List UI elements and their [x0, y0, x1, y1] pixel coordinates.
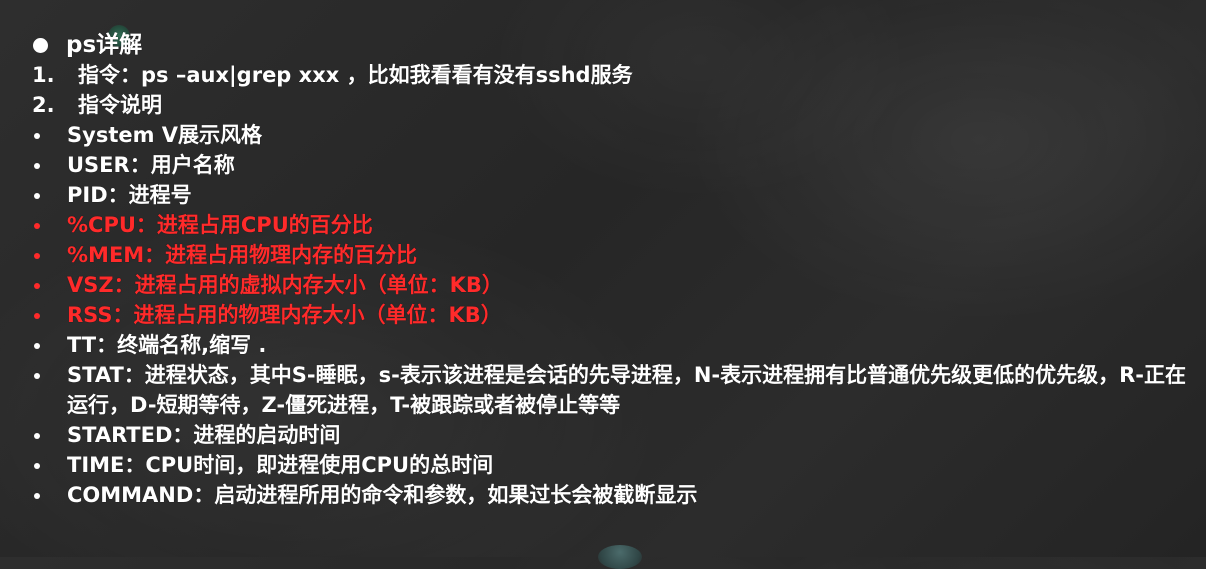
bullet-text: PID：进程号 — [67, 183, 192, 207]
bullet-dot-icon — [34, 493, 40, 499]
heading-title: ps详解 — [66, 30, 142, 60]
bullet-dot-icon — [34, 253, 40, 259]
numbered-item-text: 指令：ps –aux|grep xxx ，比如我看看有没有sshd服务 — [78, 63, 633, 87]
bullet-dot-icon — [34, 193, 40, 199]
bullet-dot-icon — [34, 223, 40, 229]
bullet-text: COMMAND：启动进程所用的命令和参数，如果过长会被截断显示 — [67, 483, 698, 507]
bullet-text: STARTED：进程的启动时间 — [67, 423, 341, 447]
bullet-dot-icon — [34, 373, 40, 379]
bullet-text: %MEM：进程占用物理内存的百分比 — [67, 243, 418, 267]
bullet-text: TIME：CPU时间，即进程使用CPU的总时间 — [67, 453, 494, 477]
bullet-text: TT：终端名称,缩写 . — [67, 333, 267, 357]
bullet-text: USER：用户名称 — [67, 153, 235, 177]
numbered-item-text: 指令说明 — [78, 93, 162, 117]
bottom-decoration — [598, 545, 642, 569]
heading-title-text: 详解 — [96, 32, 143, 58]
slide: ps详解 1. 指令：ps –aux|grep xxx ，比如我看看有没有ssh… — [0, 0, 1206, 569]
bullet-text: RSS：进程占用的物理内存大小（单位：KB） — [67, 303, 502, 327]
bullet-dot-icon — [34, 163, 40, 169]
bullet-text: VSZ：进程占用的虚拟内存大小（单位：KB） — [67, 273, 503, 297]
numbered-item-number: 2. — [32, 93, 55, 117]
bullet-dot-icon — [34, 463, 40, 469]
bullet-dot-icon — [34, 283, 40, 289]
bullet-dot-icon — [34, 343, 40, 349]
numbered-item-number: 1. — [32, 63, 55, 87]
bullet-dot-icon — [34, 133, 40, 139]
bullet-text: %CPU：进程占用CPU的百分比 — [67, 213, 373, 237]
bullet-text: System V展示风格 — [67, 123, 263, 147]
bullet-dot-icon — [34, 433, 40, 439]
heading-prefix: ps — [66, 32, 97, 58]
bullet-dot-icon — [34, 313, 40, 319]
bullet-text: STAT：进程状态，其中S-睡眠，s-表示该进程是会话的先导进程，N-表示进程拥… — [67, 363, 1186, 417]
heading-bullet-icon — [33, 38, 48, 53]
